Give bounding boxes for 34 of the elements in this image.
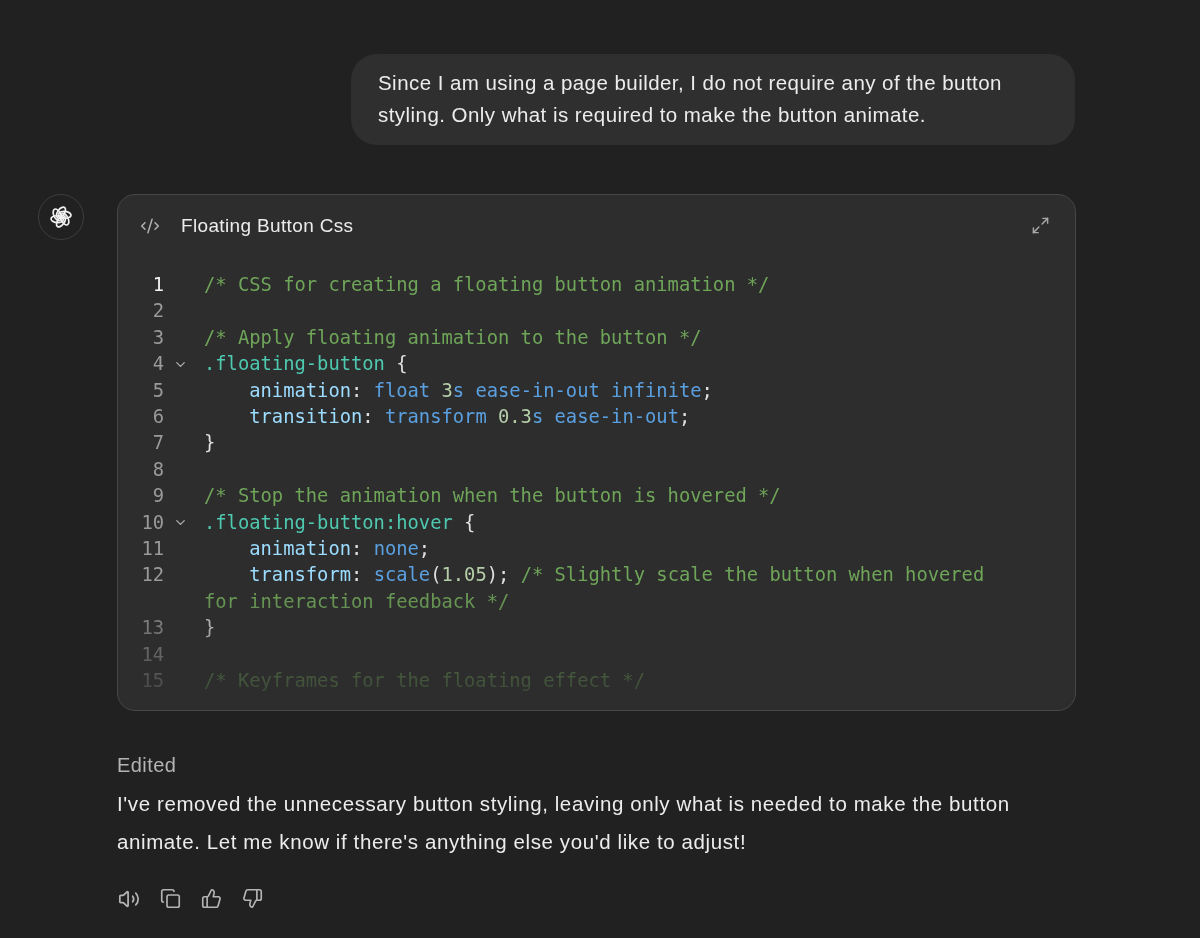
code-line: } — [204, 432, 216, 454]
code-line: /* Stop the animation when the button is hovered */ — [204, 485, 781, 507]
edited-status: Edited — [117, 752, 178, 778]
line-number: 3 — [152, 325, 164, 350]
code-line: animation: none; — [248, 538, 431, 560]
line-number: 1 — [152, 273, 164, 297]
thumbs-down-icon[interactable] — [242, 887, 263, 909]
expand-icon[interactable] — [1031, 216, 1050, 235]
code-line: transform: scale(1.05); /* Slightly scale the button when hovered for interaction feedback */ — [204, 564, 986, 612]
line-number: 12 — [141, 563, 164, 588]
line-number: 11 — [141, 537, 164, 562]
line-number: 9 — [152, 484, 164, 509]
line-number: 6 — [152, 405, 164, 430]
line-number: 10 — [141, 510, 164, 535]
code-line: } — [204, 617, 216, 639]
line-number: 2 — [152, 299, 164, 324]
code-line: /* Apply floating animation to the button */ — [204, 326, 702, 348]
copy-icon[interactable] — [160, 887, 181, 909]
line-number: 14 — [141, 642, 164, 667]
code-line: .floating-button:hover { — [204, 511, 476, 533]
code-line: /* CSS for creating a floating button animation */ — [204, 274, 770, 295]
line-number: 4 — [152, 352, 164, 377]
line-number: 7 — [152, 431, 164, 456]
assistant-message: I've removed the unnecessary button styling, leaving only what is needed to make the button animate. Let me know if there's anything else you'd like to adjust! — [117, 790, 1011, 855]
logo-icon — [38, 194, 84, 240]
line-number: 13 — [141, 616, 164, 641]
thumbs-up-icon[interactable] — [201, 887, 222, 909]
code-line: .floating-button { — [204, 353, 408, 375]
user-message-bubble: Since I am using a page builder, I do not require any of the button styling. Only what is required to make the button animate. — [351, 54, 1075, 145]
line-number: 5 — [152, 378, 164, 403]
line-number: 8 — [152, 457, 164, 482]
canvas-title: Floating Button Css — [181, 214, 354, 237]
code-line: transition: transform 0.3s ease-in-out; — [248, 406, 691, 428]
code-line: animation: float 3s ease-in-out infinite; — [248, 379, 713, 401]
